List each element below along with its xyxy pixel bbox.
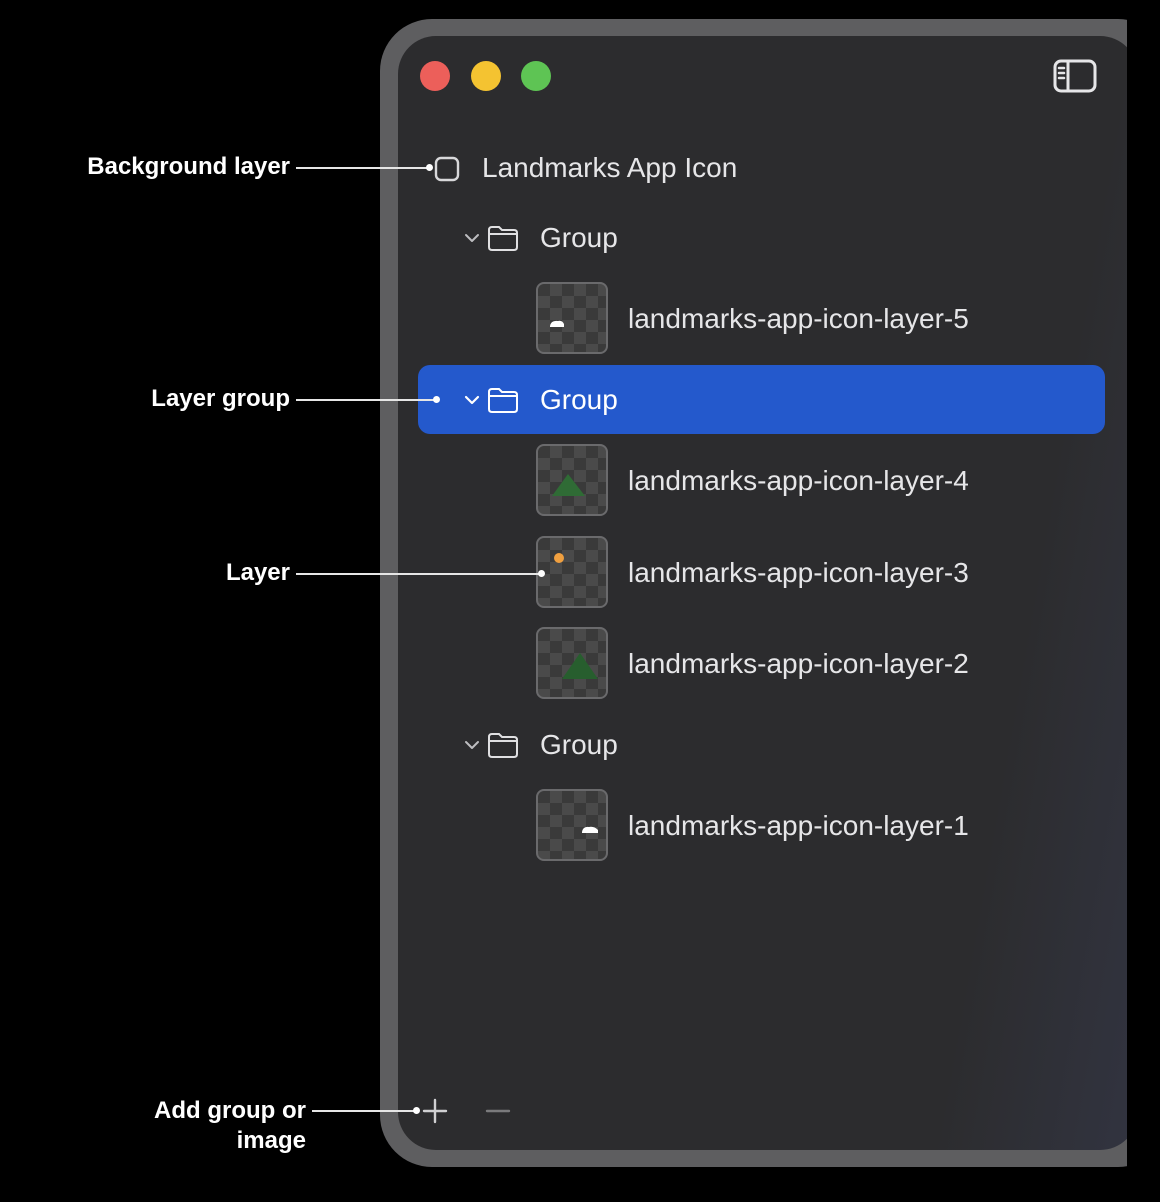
annotation-dot xyxy=(433,396,440,403)
group-label: Group xyxy=(540,384,618,415)
annotation-add-line-2: image xyxy=(236,1127,306,1154)
chevron-down-icon[interactable] xyxy=(463,394,481,406)
layers-window xyxy=(398,36,1138,1150)
root-label: Landmarks App Icon xyxy=(482,152,738,183)
layer-thumbnail xyxy=(536,444,608,516)
annotation-dot xyxy=(426,164,433,171)
minus-icon xyxy=(485,1109,511,1113)
cloud-icon xyxy=(582,826,598,833)
layer-label: landmarks-app-icon-layer-5 xyxy=(628,303,969,334)
annotation-line xyxy=(296,573,540,575)
sidebar-left-icon xyxy=(1053,59,1097,93)
group-label: Group xyxy=(540,729,618,760)
square-icon xyxy=(434,156,460,182)
add-button[interactable] xyxy=(420,1096,450,1126)
plus-icon xyxy=(422,1098,448,1124)
group-label: Group xyxy=(540,222,618,253)
group-row-2-selected[interactable] xyxy=(418,365,1105,434)
layer-label: landmarks-app-icon-layer-2 xyxy=(628,648,969,679)
zoom-button[interactable] xyxy=(521,61,551,91)
layer-label: landmarks-app-icon-layer-1 xyxy=(628,810,969,841)
mountain-icon xyxy=(552,474,585,496)
layer-thumbnail xyxy=(536,627,608,699)
annotation-dot xyxy=(538,570,545,577)
annotation-layer: Layer xyxy=(225,559,290,586)
minimize-button[interactable] xyxy=(471,61,501,91)
annotation-dot xyxy=(413,1107,420,1114)
chevron-down-icon[interactable] xyxy=(463,739,481,751)
folder-icon xyxy=(488,226,518,251)
annotation-line xyxy=(296,167,428,169)
annotation-add-group-or-image: Add group or image xyxy=(154,1096,306,1156)
layer-label: landmarks-app-icon-layer-4 xyxy=(628,465,969,496)
close-button[interactable] xyxy=(420,61,450,91)
annotation-layer-group: Layer group xyxy=(151,385,290,412)
folder-icon xyxy=(488,733,518,758)
mountain-icon xyxy=(562,653,598,679)
layer-thumbnail xyxy=(536,536,608,608)
folder-icon xyxy=(488,388,518,413)
layer-thumbnail xyxy=(536,789,608,861)
cloud-icon xyxy=(550,320,564,327)
remove-button[interactable] xyxy=(484,1096,512,1126)
annotation-background-layer: Background layer xyxy=(87,153,290,180)
screen-edge xyxy=(1127,0,1160,1202)
layer-thumbnail xyxy=(536,282,608,354)
annotation-line xyxy=(296,399,436,401)
layer-label: landmarks-app-icon-layer-3 xyxy=(628,557,969,588)
chevron-down-icon[interactable] xyxy=(463,232,481,244)
annotation-line xyxy=(312,1110,416,1112)
sidebar-toggle-button[interactable] xyxy=(1053,59,1097,93)
sun-dot-icon xyxy=(554,553,564,563)
annotation-add-line-1: Add group or xyxy=(154,1097,306,1124)
